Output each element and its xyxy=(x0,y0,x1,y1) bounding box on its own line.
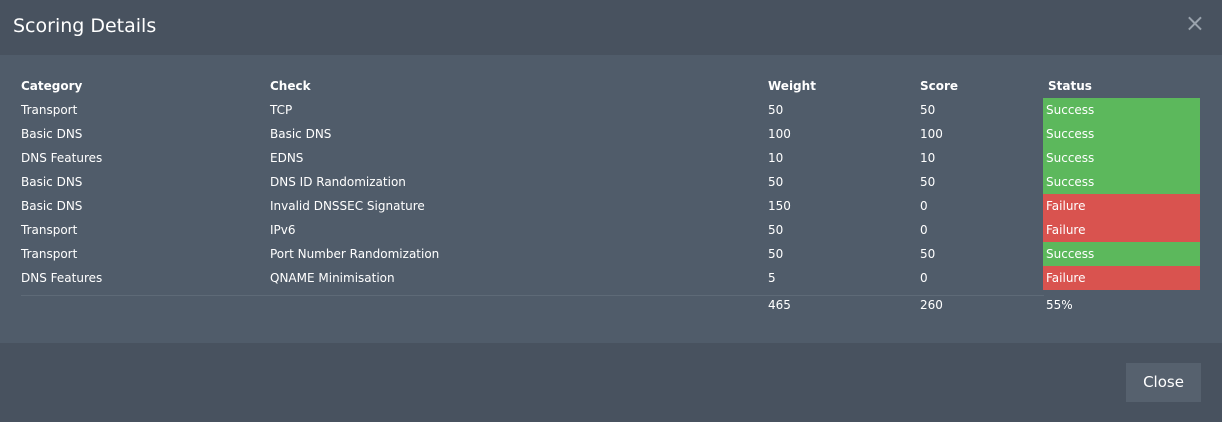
column-header-status: Status xyxy=(1048,79,1092,93)
status-badge: Success xyxy=(1043,242,1200,266)
table-row: Transport IPv6 50 0 Failure xyxy=(21,218,1200,242)
dialog-header: Scoring Details × xyxy=(0,0,1222,55)
table-row: Transport TCP 50 50 Success xyxy=(21,98,1200,122)
table-row: DNS Features QNAME Minimisation 5 0 Fail… xyxy=(21,266,1200,290)
cell-category: DNS Features xyxy=(21,271,103,285)
table-header-row: Category Check Weight Score Status xyxy=(21,74,1200,98)
table-row: DNS Features EDNS 10 10 Success xyxy=(21,146,1200,170)
status-badge: Failure xyxy=(1043,194,1200,218)
cell-check: Basic DNS xyxy=(270,127,332,141)
close-button[interactable]: Close xyxy=(1126,363,1201,402)
table-row: Basic DNS DNS ID Randomization 50 50 Suc… xyxy=(21,170,1200,194)
cell-check: IPv6 xyxy=(270,223,296,237)
cell-check: Invalid DNSSEC Signature xyxy=(270,199,425,213)
cell-category: Basic DNS xyxy=(21,175,83,189)
cell-category: Basic DNS xyxy=(21,199,83,213)
cell-score: 0 xyxy=(920,271,928,285)
status-badge: Success xyxy=(1043,122,1200,146)
cell-check: TCP xyxy=(270,103,293,117)
cell-score: 50 xyxy=(920,103,936,117)
cell-check: DNS ID Randomization xyxy=(270,175,406,189)
status-badge: Failure xyxy=(1043,266,1200,290)
totals-divider xyxy=(21,295,1044,296)
dialog-footer: Close xyxy=(0,343,1222,422)
total-percentage: 55% xyxy=(1046,298,1073,312)
dialog-body: Category Check Weight Score Status Trans… xyxy=(0,55,1222,343)
cell-check: EDNS xyxy=(270,151,304,165)
column-header-weight: Weight xyxy=(768,79,816,93)
cell-score: 50 xyxy=(920,175,936,189)
dialog-title: Scoring Details xyxy=(13,15,157,37)
cell-category: DNS Features xyxy=(21,151,103,165)
status-badge: Success xyxy=(1043,146,1200,170)
column-header-check: Check xyxy=(270,79,311,93)
cell-weight: 10 xyxy=(768,151,784,165)
cell-score: 0 xyxy=(920,223,928,237)
close-icon[interactable]: × xyxy=(1185,10,1205,36)
cell-weight: 150 xyxy=(768,199,791,213)
cell-score: 50 xyxy=(920,247,936,261)
table-row: Basic DNS Basic DNS 100 100 Success xyxy=(21,122,1200,146)
cell-weight: 50 xyxy=(768,103,784,117)
cell-weight: 100 xyxy=(768,127,791,141)
column-header-score: Score xyxy=(920,79,959,93)
cell-weight: 50 xyxy=(768,175,784,189)
cell-check: Port Number Randomization xyxy=(270,247,440,261)
scoring-details-dialog: Scoring Details × Category Check Weight … xyxy=(0,0,1222,422)
status-badge: Failure xyxy=(1043,218,1200,242)
cell-category: Transport xyxy=(21,247,78,261)
cell-weight: 5 xyxy=(768,271,776,285)
cell-score: 10 xyxy=(920,151,936,165)
cell-weight: 50 xyxy=(768,247,784,261)
table-row: Basic DNS Invalid DNSSEC Signature 150 0… xyxy=(21,194,1200,218)
status-badge: Success xyxy=(1043,170,1200,194)
cell-score: 0 xyxy=(920,199,928,213)
cell-category: Transport xyxy=(21,223,78,237)
scoring-table: Category Check Weight Score Status Trans… xyxy=(21,74,1200,320)
cell-weight: 50 xyxy=(768,223,784,237)
cell-score: 100 xyxy=(920,127,943,141)
cell-category: Basic DNS xyxy=(21,127,83,141)
cell-check: QNAME Minimisation xyxy=(270,271,395,285)
status-badge: Success xyxy=(1043,98,1200,122)
column-header-category: Category xyxy=(21,79,83,93)
cell-category: Transport xyxy=(21,103,78,117)
table-row: Transport Port Number Randomization 50 5… xyxy=(21,242,1200,266)
